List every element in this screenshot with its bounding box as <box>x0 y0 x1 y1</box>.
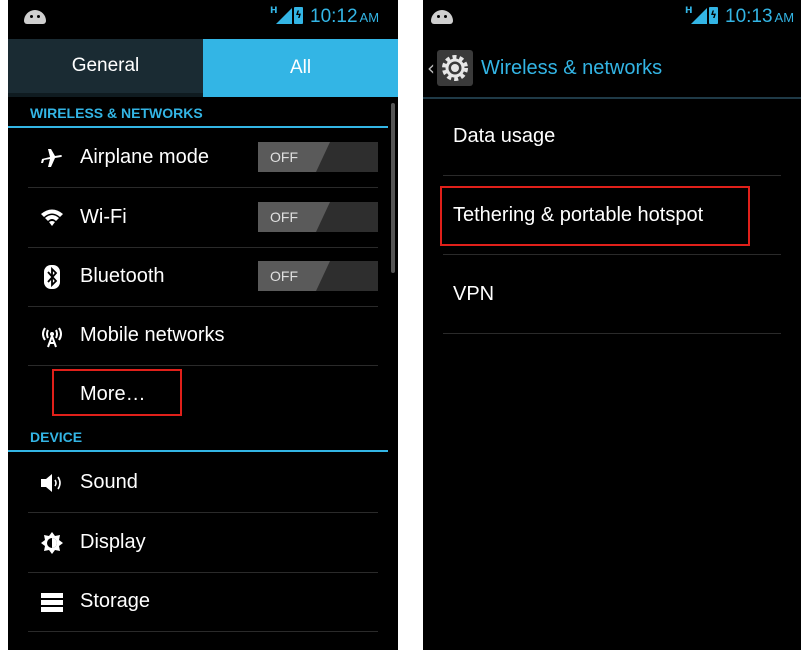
tab-all[interactable]: All <box>203 39 398 97</box>
list-item-label: VPN <box>453 283 495 305</box>
settings-item-airplane-mode[interactable]: Airplane mode OFF <box>28 128 378 188</box>
action-bar: ‹ Wireless & networks <box>423 39 801 99</box>
wifi-toggle[interactable]: OFF <box>258 202 378 232</box>
list-item-data-usage[interactable]: Data usage <box>443 98 781 176</box>
status-clock: 10:13 AM <box>725 6 795 27</box>
page-title: Wireless & networks <box>481 56 663 79</box>
android-notification-icon <box>24 10 46 24</box>
list-item-vpn[interactable]: VPN <box>443 256 781 334</box>
settings-item-storage[interactable]: Storage <box>28 572 378 632</box>
battery-charging-icon: ϟ <box>294 7 303 24</box>
display-icon <box>38 531 66 555</box>
settings-item-label: Wi-Fi <box>80 206 127 228</box>
highlight-box-tethering <box>440 186 750 246</box>
tab-general[interactable]: General <box>8 39 203 97</box>
wireless-networks-screen-right: H ϟ 10:13 AM ‹ Wireless & networks Data u… <box>423 0 801 650</box>
scrollbar[interactable] <box>391 103 395 273</box>
toggle-state: OFF <box>258 142 330 172</box>
highlight-box-more <box>52 369 182 416</box>
settings-item-label: Mobile networks <box>80 324 225 346</box>
section-header-device: DEVICE <box>8 426 388 452</box>
sound-icon <box>38 472 66 494</box>
android-notification-icon <box>431 10 453 24</box>
bluetooth-toggle[interactable]: OFF <box>258 261 378 291</box>
settings-item-label: Sound <box>80 471 138 493</box>
airplane-mode-toggle[interactable]: OFF <box>258 142 378 172</box>
status-clock: 10:12 AM <box>310 6 380 27</box>
settings-screen-left: H ϟ 10:12 AM General All WIRELESS & NETWO… <box>8 0 398 650</box>
airplane-icon <box>38 146 66 170</box>
toggle-state: OFF <box>258 202 330 232</box>
settings-item-mobile-networks[interactable]: Mobile networks <box>28 306 378 366</box>
settings-item-sound[interactable]: Sound <box>28 453 378 513</box>
list-item-label: Data usage <box>453 125 556 147</box>
settings-gear-icon[interactable] <box>437 50 473 86</box>
status-bar: H ϟ 10:13 AM <box>423 0 801 39</box>
battery-charging-icon: ϟ <box>709 7 718 24</box>
status-bar: H ϟ 10:12 AM <box>8 0 398 39</box>
back-chevron-icon[interactable]: ‹ <box>427 56 435 80</box>
section-header-wireless: WIRELESS & NETWORKS <box>8 102 388 128</box>
settings-tabs: General All <box>8 39 398 97</box>
settings-item-label: Display <box>80 531 146 553</box>
settings-item-bluetooth[interactable]: Bluetooth OFF <box>28 247 378 307</box>
settings-item-label: Storage <box>80 590 151 612</box>
settings-item-label: Airplane mode <box>80 146 209 168</box>
settings-item-wifi[interactable]: Wi-Fi OFF <box>28 188 378 248</box>
storage-icon <box>38 592 66 612</box>
mobile-network-icon <box>38 324 66 348</box>
toggle-state: OFF <box>258 261 330 291</box>
settings-item-label: Bluetooth <box>80 265 165 287</box>
settings-item-display[interactable]: Display <box>28 513 378 573</box>
bluetooth-icon <box>38 264 66 289</box>
wifi-icon <box>38 208 66 228</box>
